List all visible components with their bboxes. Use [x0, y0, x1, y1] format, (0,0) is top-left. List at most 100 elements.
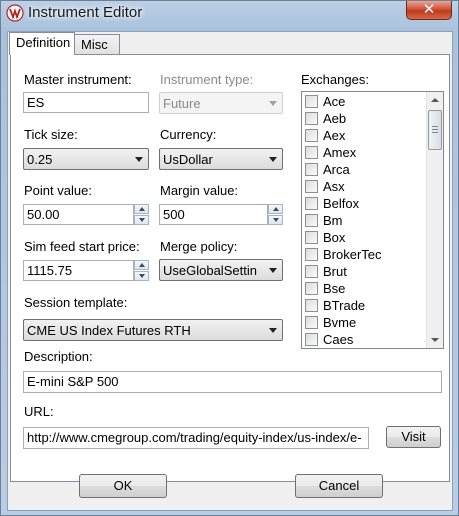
instrument-type-select: Future — [159, 92, 283, 114]
exchange-item-bvme[interactable]: Bvme — [304, 314, 422, 331]
spin-down-arrow-icon[interactable] — [134, 271, 149, 281]
grip-line — [432, 132, 438, 133]
point-value-label: Point value: — [24, 183, 92, 198]
checkbox[interactable] — [305, 112, 318, 125]
merge-policy-value: UseGlobalSettin — [163, 263, 257, 278]
exchange-label: Bvme — [323, 315, 357, 330]
exchange-item-belfox[interactable]: Belfox — [304, 195, 422, 212]
exchange-item-aeb[interactable]: Aeb — [304, 110, 422, 127]
exchanges-listbox[interactable]: Ace Aeb Aex Amex Arca Asx Belfox Bm Box … — [301, 91, 444, 349]
margin-value-input[interactable]: 500 — [159, 204, 268, 225]
exchange-label: Box — [323, 230, 346, 245]
exchange-item-brut[interactable]: Brut — [304, 263, 422, 280]
description-input[interactable]: E-mini S&P 500 — [23, 371, 442, 393]
checkbox[interactable] — [305, 248, 318, 261]
ok-button[interactable]: OK — [79, 474, 167, 498]
sim-feed-start-price-spinner[interactable]: 1115.75 — [23, 260, 149, 281]
grip-line — [432, 126, 438, 127]
margin-value-spinner[interactable]: 500 — [159, 204, 283, 225]
checkbox[interactable] — [305, 163, 318, 176]
checkbox[interactable] — [305, 197, 318, 210]
session-template-label: Session template: — [24, 295, 128, 310]
spin-down-arrow-icon[interactable] — [268, 215, 283, 225]
exchange-item-asx[interactable]: Asx — [304, 178, 422, 195]
spin-up-arrow-icon[interactable] — [134, 260, 149, 270]
currency-label: Currency: — [160, 127, 217, 142]
definition-panel: Master instrument: ES Instrument type: F… — [10, 54, 450, 482]
visit-button[interactable]: Visit — [386, 426, 441, 448]
exchange-item-ace[interactable]: Ace — [304, 93, 422, 110]
tick-size-select[interactable]: 0.25 — [23, 148, 149, 170]
chevron-down-icon — [269, 101, 277, 106]
checkbox[interactable] — [305, 265, 318, 278]
exchange-label: Aex — [323, 128, 346, 143]
close-button[interactable]: ✕ — [406, 1, 452, 20]
url-input[interactable]: http://www.cmegroup.com/trading/equity-i… — [23, 427, 369, 449]
tab-label: Definition — [16, 35, 71, 50]
exchange-item-btrade[interactable]: BTrade — [304, 297, 422, 314]
exchange-item-amex[interactable]: Amex — [304, 144, 422, 161]
checkbox[interactable] — [305, 231, 318, 244]
cancel-button-label: Cancel — [318, 478, 360, 493]
scrollbar-thumb[interactable] — [428, 110, 442, 150]
exchange-item-bse[interactable]: Bse — [304, 280, 422, 297]
exchange-item-aex[interactable]: Aex — [304, 127, 422, 144]
tab-misc[interactable]: Misc — [74, 34, 120, 54]
exchange-label: Asx — [323, 179, 345, 194]
exchange-item-arca[interactable]: Arca — [304, 161, 422, 178]
dialog-client-area: Definition Misc Master instrument: ES In… — [7, 31, 453, 511]
checkbox[interactable] — [305, 95, 318, 108]
checkbox[interactable] — [305, 333, 318, 346]
spin-down-arrow-icon[interactable] — [134, 215, 149, 225]
exchange-label: Ace — [323, 94, 346, 109]
currency-select[interactable]: UsDollar — [159, 148, 283, 170]
sim-feed-start-price-input[interactable]: 1115.75 — [23, 260, 134, 281]
tick-size-label: Tick size: — [24, 127, 78, 142]
point-value-input[interactable]: 50.00 — [23, 204, 134, 225]
ok-button-label: OK — [113, 478, 133, 493]
tab-definition[interactable]: Definition — [9, 32, 75, 55]
session-template-select[interactable]: CME US Index Futures RTH — [23, 319, 283, 341]
margin-value-label: Margin value: — [160, 183, 239, 198]
exchange-label: Bse — [323, 281, 346, 296]
session-template-value: CME US Index Futures RTH — [27, 323, 191, 338]
cancel-button[interactable]: Cancel — [295, 474, 383, 498]
instrument-type-label: Instrument type: — [160, 72, 254, 87]
instrument-type-value: Future — [163, 96, 201, 111]
exchange-item-box[interactable]: Box — [304, 229, 422, 246]
checkbox[interactable] — [305, 146, 318, 159]
chevron-down-icon — [269, 328, 277, 333]
chevron-down-icon — [269, 157, 277, 162]
exchange-item-brokertec[interactable]: BrokerTec — [304, 246, 422, 263]
checkbox[interactable] — [305, 299, 318, 312]
merge-policy-label: Merge policy: — [160, 239, 238, 254]
spin-up-arrow-icon[interactable] — [134, 204, 149, 214]
exchanges-label: Exchanges: — [301, 72, 369, 87]
checkbox[interactable] — [305, 129, 318, 142]
merge-policy-select[interactable]: UseGlobalSettin — [159, 259, 283, 281]
currency-value: UsDollar — [163, 152, 213, 167]
exchanges-scrollbar[interactable] — [426, 92, 443, 348]
url-label: URL: — [24, 404, 54, 419]
exchange-item-caes[interactable]: Caes — [304, 331, 422, 348]
title-bar[interactable]: Instrument Editor ✕ — [1, 1, 458, 25]
checkbox[interactable] — [305, 282, 318, 295]
point-value-spinner[interactable]: 50.00 — [23, 204, 149, 225]
instrument-editor-window: Instrument Editor ✕ Definition Misc Mast… — [0, 0, 459, 516]
scroll-up-arrow-icon[interactable] — [431, 98, 439, 102]
scroll-down-arrow-icon[interactable] — [431, 338, 439, 342]
spin-up-arrow-icon[interactable] — [268, 204, 283, 214]
master-instrument-input[interactable]: ES — [23, 92, 149, 113]
exchange-label: Caes — [323, 332, 354, 347]
grip-line — [432, 129, 438, 130]
checkbox[interactable] — [305, 180, 318, 193]
checkbox[interactable] — [305, 316, 318, 329]
exchange-label: Brut — [323, 264, 347, 279]
visit-button-label: Visit — [401, 429, 426, 444]
exchange-label: Aeb — [323, 111, 347, 126]
close-icon: ✕ — [422, 0, 436, 18]
chevron-down-icon — [269, 268, 277, 273]
exchange-item-bm[interactable]: Bm — [304, 212, 422, 229]
checkbox[interactable] — [305, 214, 318, 227]
exchange-label: BrokerTec — [323, 247, 382, 262]
